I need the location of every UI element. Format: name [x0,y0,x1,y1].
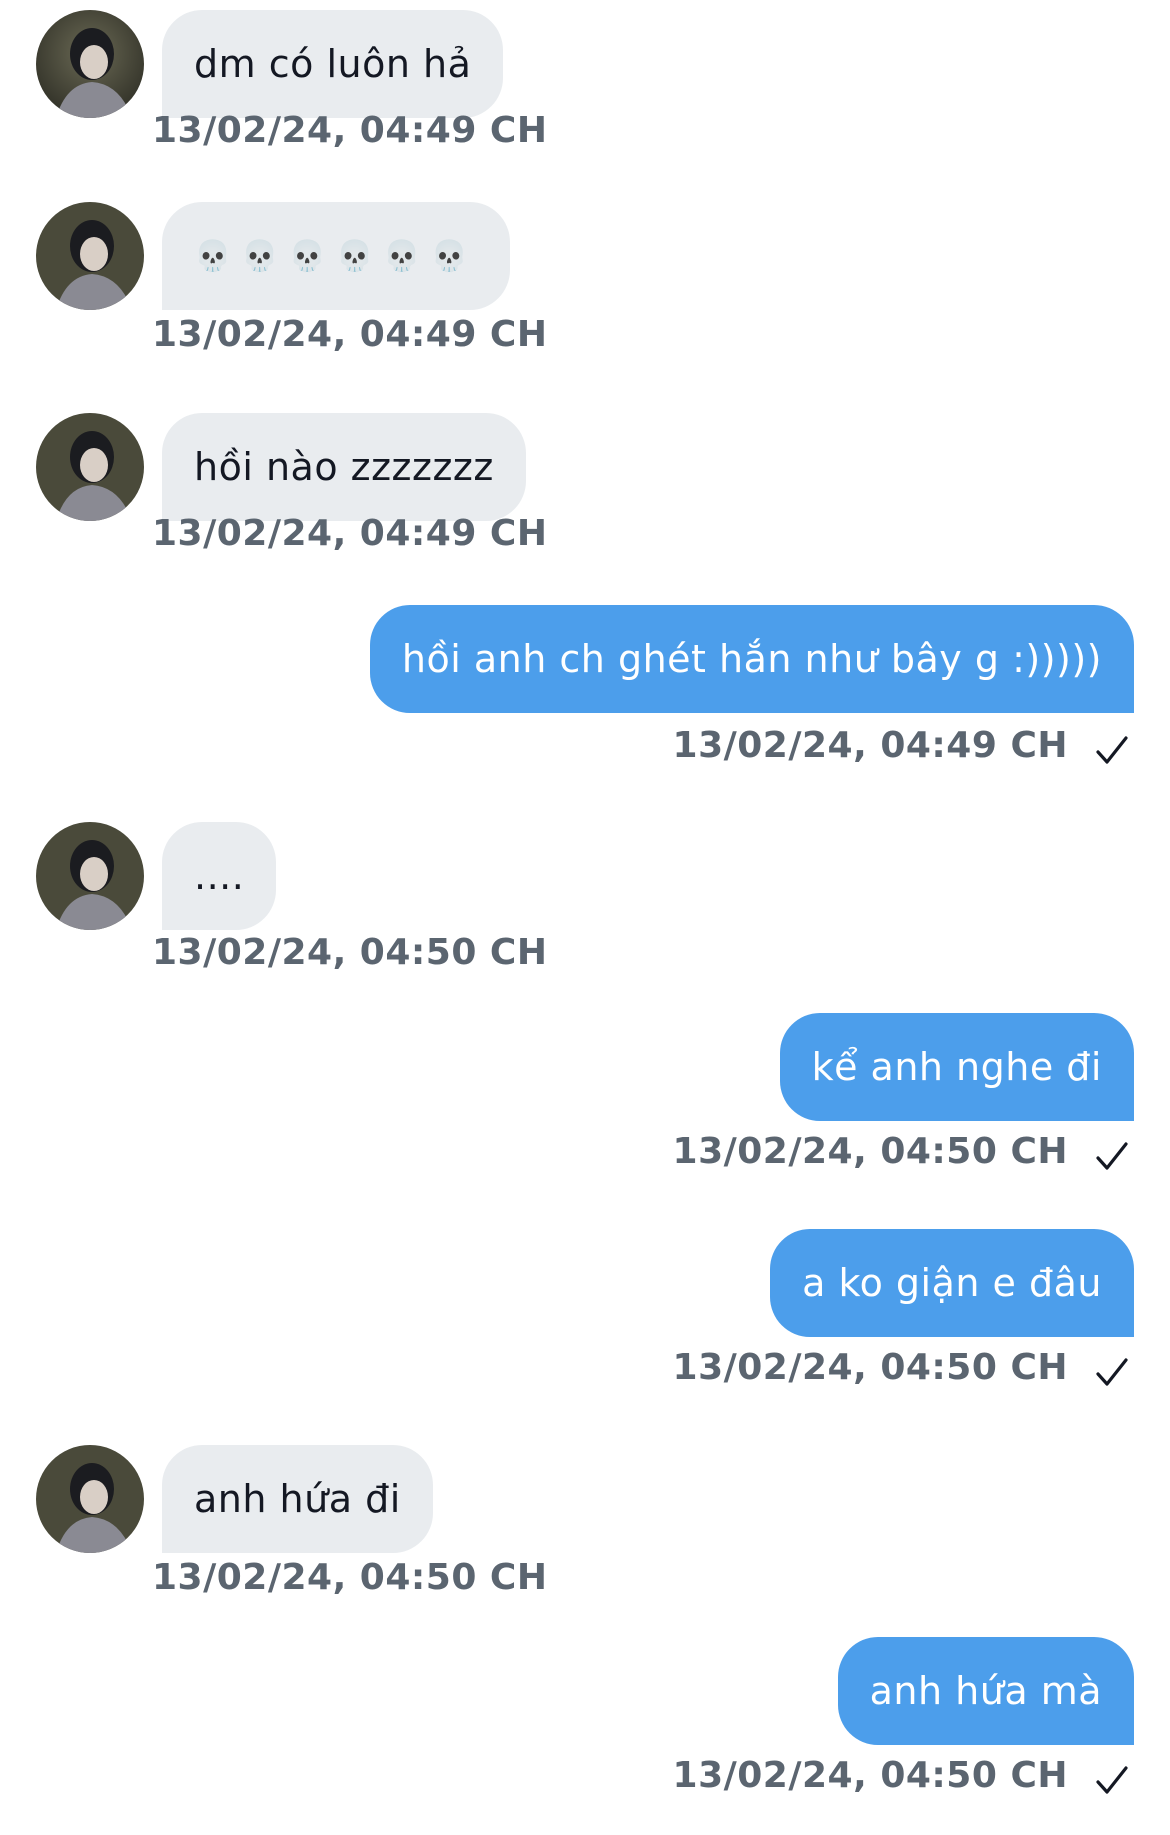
message-text: anh hứa đi [194,1477,401,1521]
contact-avatar[interactable] [36,822,144,930]
check-icon [1096,736,1128,764]
message-bubble[interactable]: dm có luôn hả [162,10,504,118]
message-text: 💀💀💀💀💀💀 [194,238,479,274]
message-text: .... [194,854,245,898]
message-text: kể anh nghe đi [811,1045,1102,1089]
contact-avatar[interactable] [36,202,144,310]
message-text: dm có luôn hả [194,42,472,86]
message-bubble[interactable]: a ko giận e đâu [770,1229,1134,1337]
message-timestamp: 13/02/24, 04:50 CH [672,1347,1068,1388]
chat-thread: dm có luôn hả 13/02/24, 04:49 CH 💀💀💀💀💀💀 … [0,0,1170,1835]
message-timestamp: 13/02/24, 04:49 CH [672,725,1068,766]
message-text: anh hứa mà [869,1669,1102,1713]
check-icon [1096,1358,1128,1386]
contact-avatar[interactable] [36,413,144,521]
message-text: hồi nào zzzzzzz [194,445,494,489]
message-timestamp: 13/02/24, 04:49 CH [152,110,548,151]
message-text: hồi anh ch ghét hắn như bây g :))))) [401,637,1102,681]
message-bubble[interactable]: anh hứa mà [837,1637,1134,1745]
contact-avatar[interactable] [36,10,144,118]
message-timestamp: 13/02/24, 04:49 CH [152,513,548,554]
message-timestamp: 13/02/24, 04:50 CH [152,932,548,973]
message-bubble[interactable]: hồi nào zzzzzzz [162,413,526,521]
message-bubble[interactable]: anh hứa đi [162,1445,433,1553]
message-bubble[interactable]: 💀💀💀💀💀💀 [162,202,511,310]
message-bubble[interactable]: kể anh nghe đi [779,1013,1134,1121]
message-timestamp: 13/02/24, 04:50 CH [152,1557,548,1598]
message-timestamp: 13/02/24, 04:50 CH [672,1755,1068,1796]
contact-avatar[interactable] [36,1445,144,1553]
message-timestamp: 13/02/24, 04:49 CH [152,314,548,355]
message-bubble[interactable]: .... [162,822,277,930]
check-icon [1096,1766,1128,1794]
message-bubble[interactable]: hồi anh ch ghét hắn như bây g :))))) [369,605,1134,713]
message-text: a ko giận e đâu [802,1261,1102,1305]
check-icon [1096,1142,1128,1170]
message-timestamp: 13/02/24, 04:50 CH [672,1131,1068,1172]
